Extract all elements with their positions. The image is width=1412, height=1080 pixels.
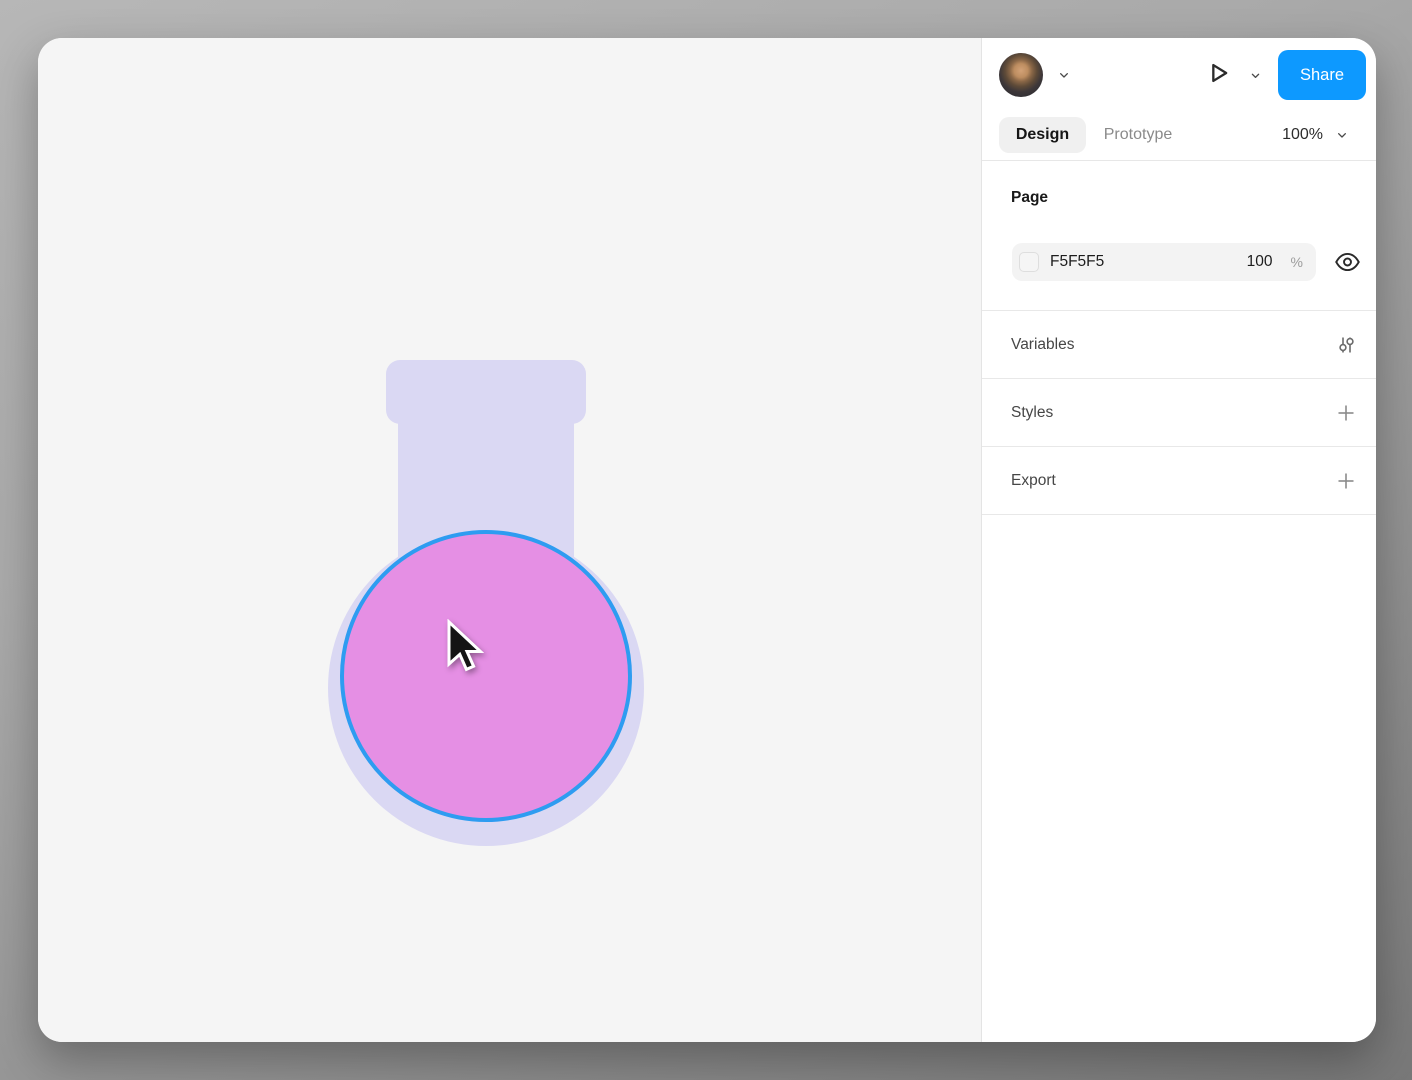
chevron-down-icon bbox=[1056, 67, 1072, 83]
color-swatch[interactable] bbox=[1019, 252, 1039, 272]
flask-cap[interactable] bbox=[386, 360, 586, 424]
chevron-down-icon bbox=[1334, 127, 1350, 143]
add-export-button[interactable] bbox=[1333, 468, 1359, 494]
design-canvas[interactable] bbox=[38, 38, 981, 1042]
chevron-down-icon bbox=[1248, 68, 1263, 83]
plus-icon bbox=[1334, 401, 1358, 425]
avatar-dropdown-button[interactable] bbox=[1054, 65, 1074, 85]
page-color-row[interactable]: F5F5F5 100 % bbox=[1012, 243, 1316, 281]
section-label: Styles bbox=[1011, 404, 1053, 422]
section-export[interactable]: Export bbox=[982, 447, 1376, 515]
section-label: Variables bbox=[1011, 336, 1074, 354]
opacity-value[interactable]: 100 bbox=[1247, 253, 1273, 271]
color-hex-value[interactable]: F5F5F5 bbox=[1050, 253, 1104, 271]
visibility-toggle-button[interactable] bbox=[1332, 247, 1362, 277]
flask-shape[interactable] bbox=[38, 38, 981, 1042]
page-section-title: Page bbox=[1011, 189, 1048, 207]
figma-window: Share Design Prototype 100% Page F5F5F5 … bbox=[38, 38, 1376, 1042]
section-styles[interactable]: Styles bbox=[982, 379, 1376, 447]
play-icon bbox=[1204, 59, 1232, 87]
opacity-unit: % bbox=[1291, 254, 1303, 270]
plus-icon bbox=[1334, 469, 1358, 493]
section-variables[interactable]: Variables bbox=[982, 311, 1376, 379]
zoom-dropdown-button[interactable] bbox=[1332, 125, 1352, 145]
header-divider bbox=[982, 160, 1376, 161]
zoom-level[interactable]: 100% bbox=[1253, 117, 1323, 153]
panel-sections: Variables Styles bbox=[982, 310, 1376, 515]
tab-design[interactable]: Design bbox=[999, 117, 1086, 153]
mouse-cursor-icon bbox=[444, 619, 484, 673]
tab-prototype[interactable]: Prototype bbox=[1086, 117, 1190, 153]
open-variables-button[interactable] bbox=[1333, 332, 1359, 358]
present-button[interactable] bbox=[1202, 57, 1234, 89]
sliders-icon bbox=[1334, 333, 1358, 357]
user-avatar[interactable] bbox=[999, 53, 1043, 97]
present-dropdown-button[interactable] bbox=[1245, 65, 1265, 85]
section-label: Export bbox=[1011, 472, 1056, 490]
share-button[interactable]: Share bbox=[1278, 50, 1366, 100]
potion-circle[interactable] bbox=[342, 532, 630, 820]
add-style-button[interactable] bbox=[1333, 400, 1359, 426]
right-sidebar: Share Design Prototype 100% Page F5F5F5 … bbox=[981, 38, 1376, 1042]
eye-icon bbox=[1334, 250, 1361, 274]
